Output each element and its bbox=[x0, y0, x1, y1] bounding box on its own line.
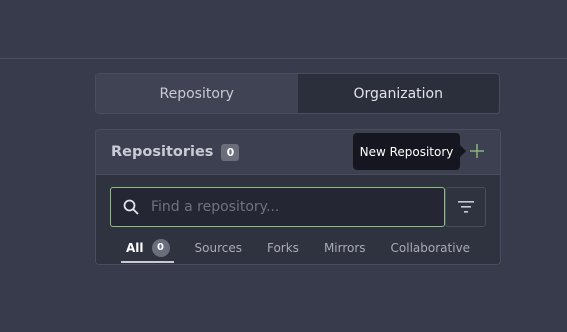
tab-sources[interactable]: Sources bbox=[195, 233, 242, 263]
organization-switch-button[interactable]: Organization bbox=[297, 74, 499, 113]
tooltip-text: New Repository bbox=[359, 144, 454, 159]
search-icon bbox=[111, 188, 151, 226]
tab-all-count-badge: 0 bbox=[151, 239, 170, 257]
tooltip-arrow bbox=[460, 145, 466, 157]
top-bar bbox=[0, 0, 567, 59]
repository-search-box bbox=[110, 187, 445, 227]
repository-filter-tabs: All 0 Sources Forks Mirrors Collaborativ… bbox=[121, 233, 495, 263]
tab-mirrors[interactable]: Mirrors bbox=[324, 233, 366, 263]
repository-search-input[interactable] bbox=[151, 189, 444, 225]
tab-all[interactable]: All 0 bbox=[121, 233, 173, 263]
plus-icon bbox=[470, 144, 484, 158]
filter-icon bbox=[457, 201, 474, 213]
filter-button[interactable] bbox=[445, 187, 486, 227]
tab-all-label: All bbox=[126, 241, 144, 255]
dashboard-context-switcher: Repository Organization bbox=[95, 73, 500, 114]
new-repository-button[interactable] bbox=[468, 142, 486, 160]
new-repository-tooltip: New Repository bbox=[353, 133, 466, 170]
tab-forks[interactable]: Forks bbox=[267, 233, 299, 263]
tab-collaborative[interactable]: Collaborative bbox=[391, 233, 471, 263]
repository-switch-button[interactable]: Repository bbox=[96, 74, 298, 113]
repositories-title: Repositories bbox=[111, 144, 214, 160]
repository-search-row bbox=[110, 187, 486, 227]
repositories-count-badge: 0 bbox=[221, 143, 240, 161]
